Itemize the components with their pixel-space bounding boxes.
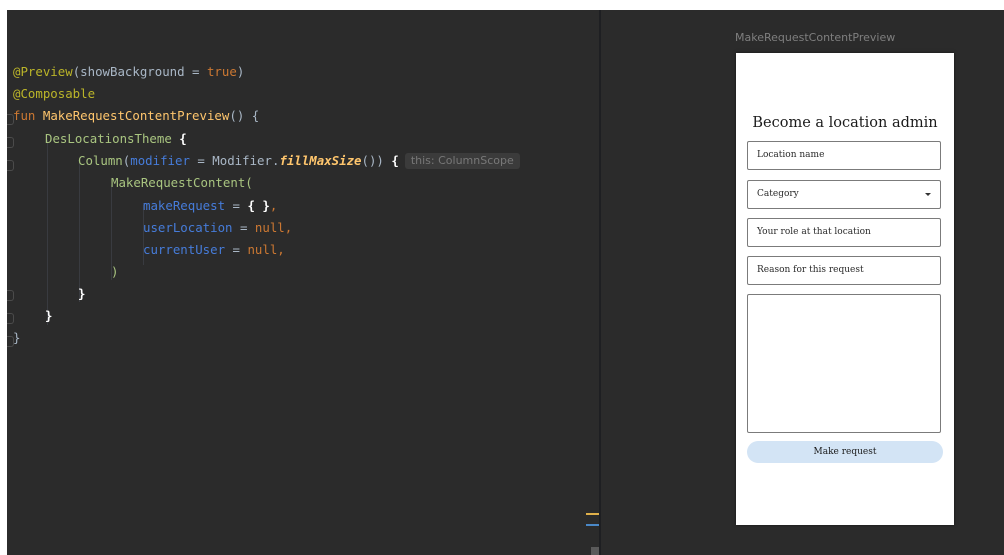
code-expr: = Modifier. xyxy=(189,153,280,168)
code-punct: ) xyxy=(236,64,245,79)
code-literal: null xyxy=(247,242,278,257)
fold-marker-icon[interactable] xyxy=(7,290,14,301)
error-stripe-marker[interactable] xyxy=(586,513,599,515)
code-line-4: DesLocationsTheme { xyxy=(45,129,187,149)
role-field[interactable]: Your role at that location xyxy=(747,218,941,247)
annotation-preview: @Preview xyxy=(13,64,73,79)
code-literal: null xyxy=(254,220,285,235)
code-line-11: } xyxy=(78,284,85,304)
fold-marker-icon[interactable] xyxy=(7,137,14,148)
code-line-12: } xyxy=(45,306,52,326)
code-comma: , xyxy=(284,220,293,235)
indent-guide xyxy=(47,140,48,325)
code-line-6: MakeRequestContent( xyxy=(111,173,253,193)
make-request-button[interactable]: Make request xyxy=(747,441,943,463)
fold-marker-icon[interactable] xyxy=(7,160,14,171)
location-name-placeholder: Location name xyxy=(757,150,825,160)
code-param: currentUser xyxy=(143,242,226,257)
inlay-hint: this: ColumnScope xyxy=(404,153,520,169)
category-placeholder: Category xyxy=(757,189,799,199)
column-call: Column xyxy=(78,153,123,168)
code-args: (showBackground = xyxy=(72,64,207,79)
code-expr: = xyxy=(225,242,248,257)
code-brace: } xyxy=(45,308,53,323)
scrollbar-thumb[interactable] xyxy=(591,547,599,555)
indent-guide xyxy=(79,162,80,302)
code-brace: { xyxy=(171,131,187,146)
code-line-2: @Composable xyxy=(13,84,95,104)
caret-down-icon xyxy=(925,193,931,196)
content-call: MakeRequestContent( xyxy=(111,175,253,190)
annotation-composable: @Composable xyxy=(13,86,96,101)
code-line-13: } xyxy=(13,328,20,348)
code-line-7: makeRequest = { }, xyxy=(143,196,277,216)
code-punct: ) xyxy=(111,264,119,279)
code-brace: } xyxy=(78,286,86,301)
details-textarea[interactable] xyxy=(747,294,941,433)
preview-label[interactable]: MakeRequestContentPreview xyxy=(735,31,895,44)
code-editor[interactable]: @Preview(showBackground = true) @Composa… xyxy=(7,10,599,555)
code-brace: } xyxy=(13,330,21,345)
preview-device[interactable]: Become a location admin Location name Ca… xyxy=(736,53,954,525)
code-comma: , xyxy=(269,198,278,213)
code-lambda: { } xyxy=(247,198,270,213)
category-dropdown[interactable]: Category xyxy=(747,180,941,209)
code-punct: () { xyxy=(229,108,260,123)
code-line-5: Column(modifier = Modifier.fillMaxSize()… xyxy=(78,151,520,171)
function-name: MakeRequestContentPreview xyxy=(42,108,230,123)
code-punct: ()) xyxy=(361,153,392,168)
page-title: Become a location admin xyxy=(752,115,938,131)
reason-placeholder: Reason for this request xyxy=(757,265,864,275)
code-literal: true xyxy=(206,64,237,79)
error-stripe-marker[interactable] xyxy=(586,524,599,526)
theme-call: DesLocationsTheme xyxy=(45,131,172,146)
code-param: userLocation xyxy=(143,220,233,235)
code-line-1: @Preview(showBackground = true) xyxy=(13,62,244,82)
reason-field[interactable]: Reason for this request xyxy=(747,256,941,285)
code-brace: { xyxy=(391,153,399,168)
code-line-10: ) xyxy=(111,262,118,282)
role-placeholder: Your role at that location xyxy=(757,227,871,237)
location-name-field[interactable]: Location name xyxy=(747,141,941,170)
fold-marker-icon[interactable] xyxy=(7,313,14,324)
code-line-9: currentUser = null, xyxy=(143,240,285,260)
code-ext-fn: fillMaxSize xyxy=(279,153,362,168)
code-expr: = xyxy=(225,198,248,213)
code-comma: , xyxy=(277,242,285,257)
code-param: makeRequest xyxy=(143,198,226,213)
code-param: modifier xyxy=(130,153,190,168)
code-line-3: fun MakeRequestContentPreview() { xyxy=(13,106,259,126)
compose-preview-pane: MakeRequestContentPreview Become a locat… xyxy=(601,10,1004,555)
code-expr: = xyxy=(232,220,255,235)
code-keyword: fun xyxy=(13,108,36,123)
code-line-8: userLocation = null, xyxy=(143,218,292,238)
